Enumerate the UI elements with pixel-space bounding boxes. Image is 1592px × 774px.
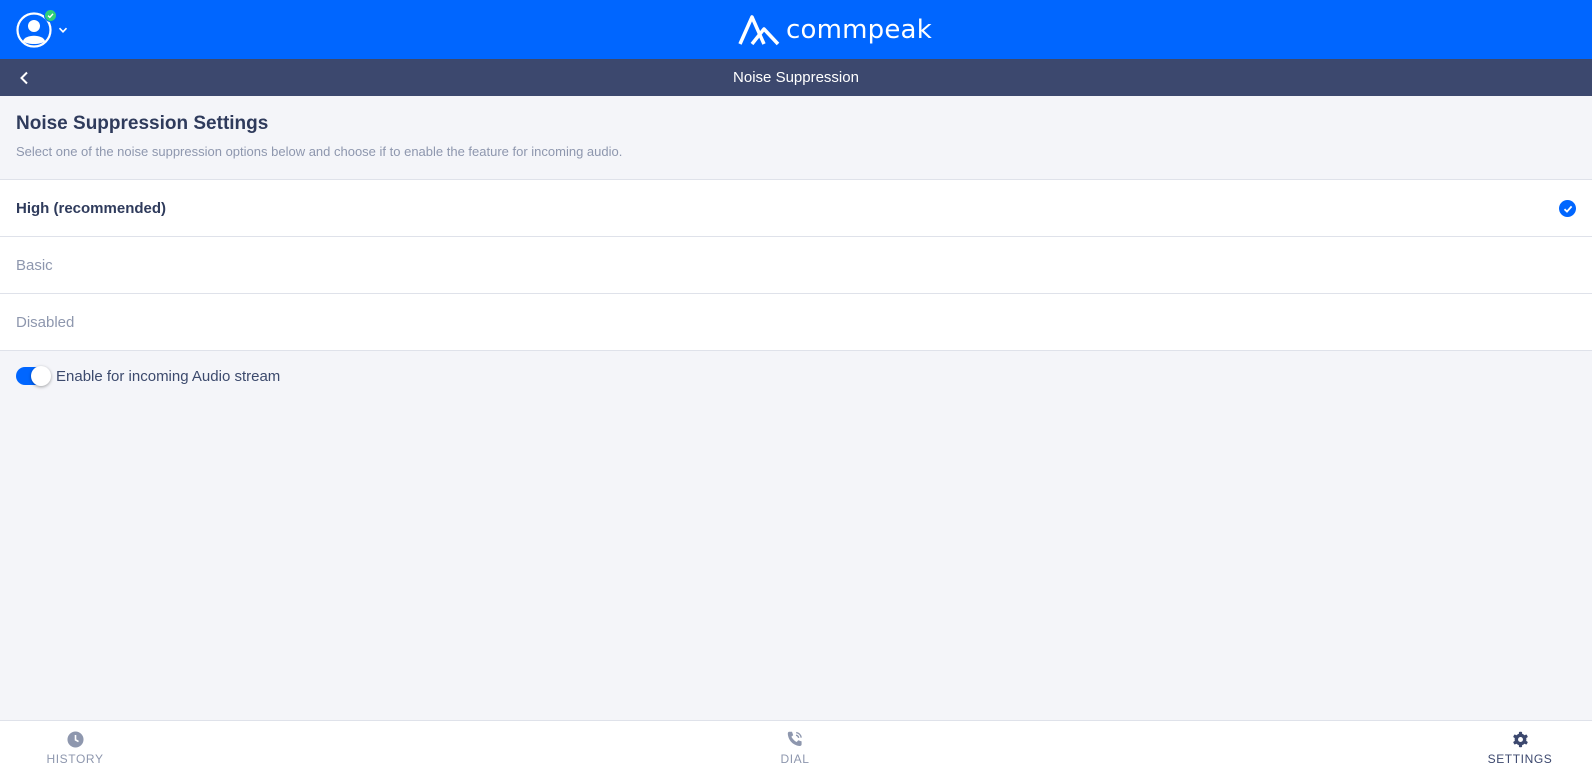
option-label: High (recommended) (16, 199, 167, 217)
option-label: Disabled (16, 313, 75, 331)
bottom-navigation: HISTORY DIAL SETTINGS (0, 720, 1592, 774)
gear-icon (1511, 730, 1529, 748)
chevron-down-icon (58, 27, 68, 33)
brand-logo: commpeak (738, 12, 932, 48)
back-button[interactable] (14, 68, 34, 88)
nav-label: DIAL (780, 752, 810, 766)
option-disabled[interactable]: Disabled (0, 294, 1592, 351)
nav-settings[interactable]: SETTINGS (1480, 721, 1560, 774)
check-icon (1559, 200, 1576, 217)
brand-name: commpeak (786, 15, 932, 45)
incoming-audio-toggle-row: Enable for incoming Audio stream (16, 366, 281, 386)
option-high[interactable]: High (recommended) (0, 180, 1592, 237)
top-bar: commpeak (0, 0, 1592, 59)
commpeak-logo-icon (738, 15, 780, 46)
chevron-left-icon (20, 71, 28, 85)
phone-icon (786, 730, 804, 748)
sub-header: Noise Suppression (0, 59, 1592, 96)
incoming-audio-toggle[interactable] (16, 366, 51, 386)
clock-icon (66, 730, 84, 748)
user-menu-button[interactable] (16, 9, 68, 48)
avatar (16, 9, 57, 48)
settings-header: Noise Suppression Settings Select one of… (16, 113, 622, 159)
settings-description: Select one of the noise suppression opti… (16, 144, 623, 159)
incoming-audio-toggle-label: Enable for incoming Audio stream (56, 367, 281, 385)
toggle-knob (31, 366, 51, 386)
online-status-icon (44, 9, 57, 22)
nav-dial[interactable]: DIAL (770, 721, 820, 774)
option-basic[interactable]: Basic (0, 237, 1592, 294)
settings-title: Noise Suppression Settings (16, 113, 269, 134)
option-label: Basic (16, 256, 53, 274)
page-title: Noise Suppression (733, 69, 859, 86)
noise-suppression-options: High (recommended) Basic Disabled (0, 179, 1592, 351)
nav-label: SETTINGS (1487, 752, 1553, 766)
nav-history[interactable]: HISTORY (45, 721, 105, 774)
nav-label: HISTORY (46, 752, 104, 766)
